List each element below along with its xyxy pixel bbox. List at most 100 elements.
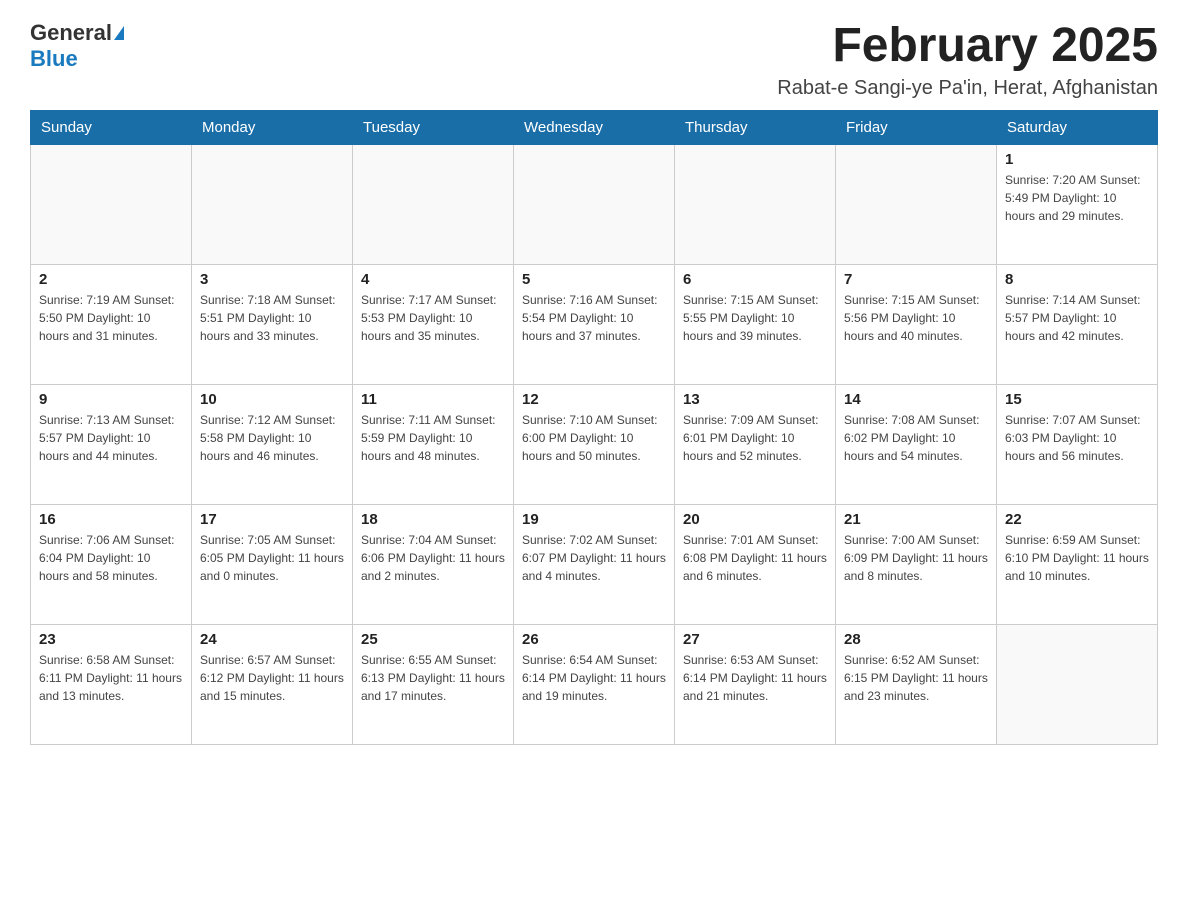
calendar-cell: 5 Sunrise: 7:16 AM Sunset: 5:54 PM Daylig… [514,264,675,384]
day-info: Sunrise: 7:13 AM Sunset: 5:57 PM Dayligh… [39,411,183,465]
calendar-week-row: 23 Sunrise: 6:58 AM Sunset: 6:11 PM Dayli… [31,624,1158,744]
calendar-cell: 3 Sunrise: 7:18 AM Sunset: 5:51 PM Daylig… [192,264,353,384]
day-number: 5 [522,271,666,288]
day-number: 17 [200,511,344,528]
weekday-header-monday: Monday [192,110,353,144]
calendar-cell: 16 Sunrise: 7:06 AM Sunset: 6:04 PM Dayli… [31,504,192,624]
title-area: February 2025 Rabat-e Sangi-ye Pa'in, He… [777,20,1158,100]
calendar-cell: 17 Sunrise: 7:05 AM Sunset: 6:05 PM Dayli… [192,504,353,624]
weekday-header-tuesday: Tuesday [353,110,514,144]
calendar-cell: 9Sunrise: 7:13 AM Sunset: 5:57 PM Daylig… [31,384,192,504]
day-info: Sunrise: 7:09 AM Sunset: 6:01 PM Dayligh… [683,411,827,465]
calendar-cell: 4 Sunrise: 7:17 AM Sunset: 5:53 PM Daylig… [353,264,514,384]
day-info: Sunrise: 7:00 AM Sunset: 6:09 PM Dayligh… [844,531,988,585]
day-number: 12 [522,391,666,408]
calendar-cell: 27Sunrise: 6:53 AM Sunset: 6:14 PM Dayli… [675,624,836,744]
calendar-cell: 1 Sunrise: 7:20 AM Sunset: 5:49 PM Daylig… [997,144,1158,264]
day-info: Sunrise: 6:52 AM Sunset: 6:15 PM Dayligh… [844,651,988,705]
day-info: Sunrise: 6:58 AM Sunset: 6:11 PM Dayligh… [39,651,183,705]
day-number: 8 [1005,271,1149,288]
day-number: 7 [844,271,988,288]
day-number: 6 [683,271,827,288]
day-info: Sunrise: 7:10 AM Sunset: 6:00 PM Dayligh… [522,411,666,465]
logo-triangle-icon [114,26,124,40]
calendar-cell [192,144,353,264]
day-number: 11 [361,391,505,408]
calendar-cell [836,144,997,264]
day-info: Sunrise: 7:04 AM Sunset: 6:06 PM Dayligh… [361,531,505,585]
calendar-cell: 13Sunrise: 7:09 AM Sunset: 6:01 PM Dayli… [675,384,836,504]
weekday-header-saturday: Saturday [997,110,1158,144]
day-info: Sunrise: 7:11 AM Sunset: 5:59 PM Dayligh… [361,411,505,465]
calendar-table: SundayMondayTuesdayWednesdayThursdayFrid… [30,110,1158,745]
page-header: General Blue February 2025 Rabat-e Sangi… [30,20,1158,100]
day-number: 16 [39,511,183,528]
day-info: Sunrise: 6:57 AM Sunset: 6:12 PM Dayligh… [200,651,344,705]
day-info: Sunrise: 7:15 AM Sunset: 5:56 PM Dayligh… [844,291,988,345]
weekday-header-wednesday: Wednesday [514,110,675,144]
calendar-week-row: 16 Sunrise: 7:06 AM Sunset: 6:04 PM Dayli… [31,504,1158,624]
logo-blue-text: Blue [30,46,78,71]
day-number: 24 [200,631,344,648]
day-number: 26 [522,631,666,648]
day-number: 21 [844,511,988,528]
calendar-week-row: 1 Sunrise: 7:20 AM Sunset: 5:49 PM Daylig… [31,144,1158,264]
day-number: 19 [522,511,666,528]
day-number: 18 [361,511,505,528]
calendar-cell: 15 Sunrise: 7:07 AM Sunset: 6:03 PM Dayli… [997,384,1158,504]
day-number: 15 [1005,391,1149,408]
day-info: Sunrise: 6:59 AM Sunset: 6:10 PM Dayligh… [1005,531,1149,585]
calendar-cell: 23 Sunrise: 6:58 AM Sunset: 6:11 PM Dayli… [31,624,192,744]
weekday-header-sunday: Sunday [31,110,192,144]
day-info: Sunrise: 7:02 AM Sunset: 6:07 PM Dayligh… [522,531,666,585]
calendar-cell: 24 Sunrise: 6:57 AM Sunset: 6:12 PM Dayli… [192,624,353,744]
day-number: 20 [683,511,827,528]
weekday-header-friday: Friday [836,110,997,144]
calendar-cell: 2 Sunrise: 7:19 AM Sunset: 5:50 PM Daylig… [31,264,192,384]
calendar-cell [997,624,1158,744]
day-info: Sunrise: 7:17 AM Sunset: 5:53 PM Dayligh… [361,291,505,345]
calendar-week-row: 2 Sunrise: 7:19 AM Sunset: 5:50 PM Daylig… [31,264,1158,384]
day-number: 2 [39,271,183,288]
day-number: 23 [39,631,183,648]
calendar-cell: 28Sunrise: 6:52 AM Sunset: 6:15 PM Dayli… [836,624,997,744]
day-info: Sunrise: 7:07 AM Sunset: 6:03 PM Dayligh… [1005,411,1149,465]
day-info: Sunrise: 7:08 AM Sunset: 6:02 PM Dayligh… [844,411,988,465]
calendar-cell: 25 Sunrise: 6:55 AM Sunset: 6:13 PM Dayli… [353,624,514,744]
day-info: Sunrise: 7:20 AM Sunset: 5:49 PM Dayligh… [1005,171,1149,225]
calendar-week-row: 9Sunrise: 7:13 AM Sunset: 5:57 PM Daylig… [31,384,1158,504]
day-info: Sunrise: 7:19 AM Sunset: 5:50 PM Dayligh… [39,291,183,345]
day-info: Sunrise: 6:55 AM Sunset: 6:13 PM Dayligh… [361,651,505,705]
day-number: 10 [200,391,344,408]
calendar-cell: 11 Sunrise: 7:11 AM Sunset: 5:59 PM Dayli… [353,384,514,504]
calendar-cell: 12 Sunrise: 7:10 AM Sunset: 6:00 PM Dayli… [514,384,675,504]
day-number: 4 [361,271,505,288]
day-number: 22 [1005,511,1149,528]
day-number: 25 [361,631,505,648]
day-info: Sunrise: 7:01 AM Sunset: 6:08 PM Dayligh… [683,531,827,585]
day-number: 14 [844,391,988,408]
day-info: Sunrise: 7:16 AM Sunset: 5:54 PM Dayligh… [522,291,666,345]
calendar-cell: 7 Sunrise: 7:15 AM Sunset: 5:56 PM Daylig… [836,264,997,384]
calendar-cell: 6Sunrise: 7:15 AM Sunset: 5:55 PM Daylig… [675,264,836,384]
calendar-cell: 26Sunrise: 6:54 AM Sunset: 6:14 PM Dayli… [514,624,675,744]
logo-general-text: General [30,20,112,46]
calendar-cell: 10Sunrise: 7:12 AM Sunset: 5:58 PM Dayli… [192,384,353,504]
day-info: Sunrise: 7:06 AM Sunset: 6:04 PM Dayligh… [39,531,183,585]
calendar-cell: 18 Sunrise: 7:04 AM Sunset: 6:06 PM Dayli… [353,504,514,624]
calendar-cell: 19 Sunrise: 7:02 AM Sunset: 6:07 PM Dayli… [514,504,675,624]
calendar-cell [675,144,836,264]
logo: General Blue [30,20,124,72]
day-number: 1 [1005,151,1149,168]
day-info: Sunrise: 6:53 AM Sunset: 6:14 PM Dayligh… [683,651,827,705]
weekday-header-thursday: Thursday [675,110,836,144]
calendar-cell: 20 Sunrise: 7:01 AM Sunset: 6:08 PM Dayli… [675,504,836,624]
day-number: 3 [200,271,344,288]
month-year-title: February 2025 [777,20,1158,73]
day-info: Sunrise: 7:14 AM Sunset: 5:57 PM Dayligh… [1005,291,1149,345]
calendar-cell [353,144,514,264]
day-info: Sunrise: 7:05 AM Sunset: 6:05 PM Dayligh… [200,531,344,585]
calendar-cell: 22 Sunrise: 6:59 AM Sunset: 6:10 PM Dayli… [997,504,1158,624]
calendar-cell: 21 Sunrise: 7:00 AM Sunset: 6:09 PM Dayli… [836,504,997,624]
day-info: Sunrise: 7:18 AM Sunset: 5:51 PM Dayligh… [200,291,344,345]
